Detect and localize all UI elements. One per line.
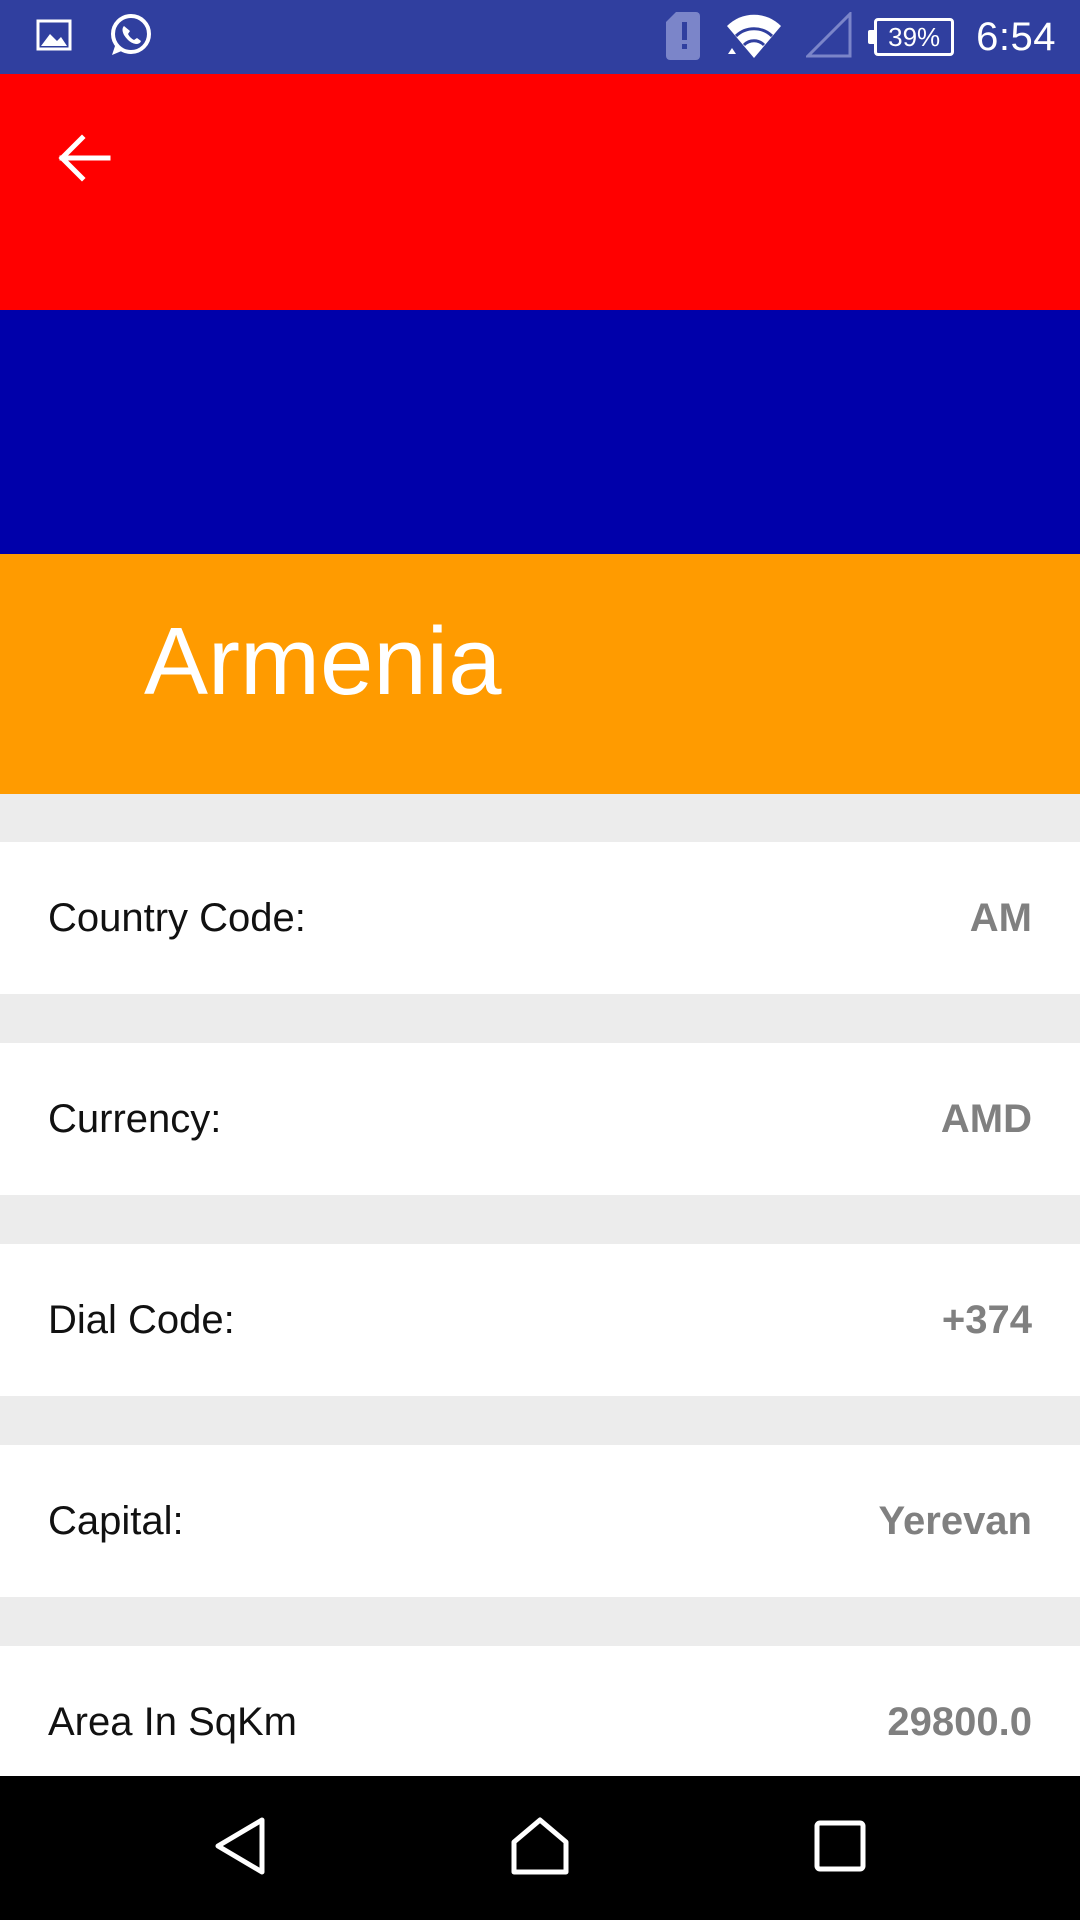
status-bar: 39% 6:54	[0, 0, 1080, 74]
whatsapp-icon	[106, 11, 154, 64]
status-time: 6:54	[976, 14, 1056, 59]
flag-stripe-blue	[0, 310, 1080, 554]
detail-label: Country Code:	[48, 895, 306, 940]
detail-row-country-code: Country Code: AM	[0, 842, 1080, 994]
status-bar-notifications	[36, 13, 154, 60]
cell-signal-icon	[804, 9, 852, 63]
status-bar-system: 39% 6:54	[666, 9, 1056, 65]
home-icon	[508, 1814, 572, 1883]
detail-row-dial-code: Dial Code: +374	[0, 1244, 1080, 1396]
detail-value: Yerevan	[878, 1498, 1032, 1543]
country-name: Armenia	[144, 608, 502, 715]
flag-stripe-red	[0, 74, 1080, 310]
sim-alert-icon	[666, 10, 702, 65]
detail-label: Capital:	[48, 1498, 184, 1543]
detail-row-currency: Currency: AMD	[0, 1043, 1080, 1195]
arrow-left-icon	[56, 130, 112, 191]
navigation-bar	[0, 1776, 1080, 1920]
recents-icon	[812, 1818, 868, 1879]
back-triangle-icon	[210, 1814, 270, 1883]
image-icon	[36, 19, 72, 56]
back-button[interactable]	[40, 116, 128, 204]
detail-label: Area In SqKm	[48, 1699, 298, 1744]
detail-value: 29800.0	[887, 1699, 1032, 1744]
nav-back-button[interactable]	[200, 1808, 280, 1888]
detail-label: Dial Code:	[48, 1297, 235, 1342]
detail-value: AM	[969, 895, 1032, 940]
screen: 39% 6:54 Armenia Country Code: AM Curren…	[0, 0, 1080, 1920]
detail-value: AMD	[940, 1096, 1032, 1141]
nav-home-button[interactable]	[500, 1808, 580, 1888]
detail-label: Currency:	[48, 1096, 222, 1141]
battery-icon: 39%	[868, 18, 955, 56]
detail-value: +374	[941, 1297, 1032, 1342]
wifi-icon	[724, 10, 784, 65]
flag-header: Armenia	[0, 74, 1080, 794]
battery-percent: 39%	[888, 21, 941, 52]
detail-row-capital: Capital: Yerevan	[0, 1445, 1080, 1597]
nav-recents-button[interactable]	[800, 1808, 880, 1888]
